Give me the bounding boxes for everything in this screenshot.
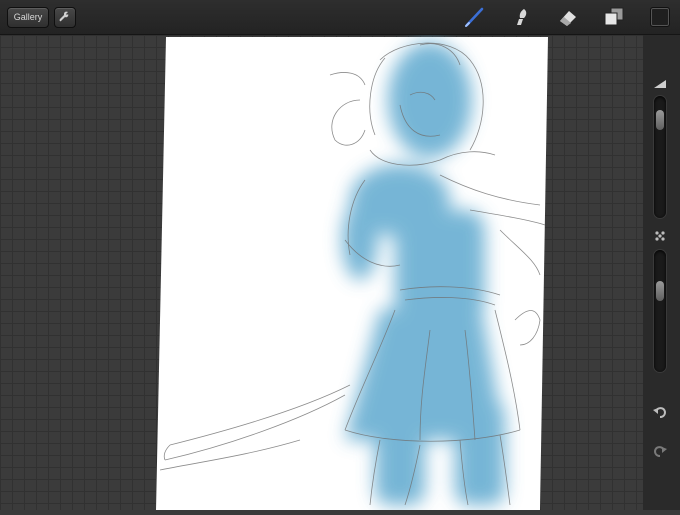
brush-size-icon	[652, 75, 668, 91]
opacity-icon	[652, 228, 668, 244]
opacity-slider-thumb[interactable]	[656, 281, 664, 301]
gallery-button[interactable]: Gallery	[7, 7, 49, 28]
eraser-icon[interactable]	[556, 5, 580, 29]
brush-size-slider-thumb[interactable]	[656, 110, 664, 130]
actions-button[interactable]	[54, 7, 76, 28]
redo-icon[interactable]	[652, 443, 668, 459]
layers-icon[interactable]	[602, 5, 626, 29]
smudge-icon[interactable]	[509, 5, 533, 29]
undo-icon[interactable]	[652, 404, 668, 420]
opacity-slider[interactable]	[654, 250, 666, 372]
wrench-icon	[59, 11, 69, 22]
color-swatch[interactable]	[650, 7, 670, 27]
brush-icon[interactable]	[462, 5, 486, 29]
drawing-canvas[interactable]	[0, 0, 680, 510]
